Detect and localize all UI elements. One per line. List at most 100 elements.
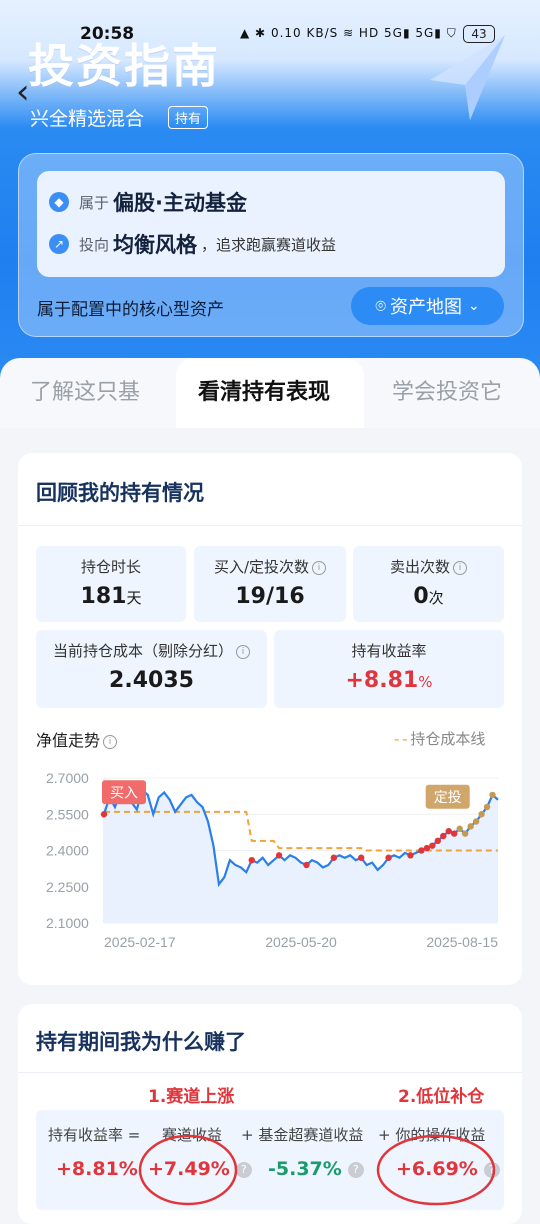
buy-point (434, 837, 442, 845)
arrow-up-icon: ↗ (49, 234, 69, 254)
hold-badge: 持有 (168, 106, 209, 129)
info-icon[interactable]: i (453, 560, 467, 575)
asset-map-button[interactable]: ⌾ 资产地图 ⌄ (351, 287, 504, 325)
earnings-breakdown: 持有收益率 = 赛道收益 + 基金超赛道收益 + 你的操作收益 +8.81% +… (36, 1110, 504, 1210)
info-icon[interactable]: i (312, 560, 327, 575)
buy-point (429, 842, 436, 849)
holding-panel: 回顾我的持有情况 持仓时长 181天 买入/定投次数 i 19/16 卖出次数 i … (18, 453, 522, 985)
buy-point (100, 811, 108, 818)
earn-value-total: +8.81% (56, 1158, 138, 1180)
signal-icon: ▲ ✱ (240, 26, 267, 40)
dca-tag: 定投 (434, 790, 462, 806)
stat-label: 持有收益率 (351, 642, 427, 660)
info-icon[interactable]: i (103, 734, 118, 749)
stat-value: +8.81% (345, 668, 433, 693)
holding-title: 回顾我的持有情况 (36, 481, 204, 505)
tab-understand[interactable]: 了解这只基 (30, 374, 140, 406)
buy-point (451, 830, 458, 837)
y-tick-label: 2.1000 (46, 915, 89, 931)
tab-bar: 了解这只基 看清持有表现 学会投资它 (0, 358, 540, 428)
buy-point (303, 861, 310, 869)
chart-legend: - - 持仓成本线 (394, 728, 485, 749)
x-tick-label: 2025-08-15 (426, 934, 498, 950)
earn-value-track: +7.49%? (148, 1158, 252, 1180)
help-icon[interactable]: ? (235, 1161, 252, 1178)
tab-performance[interactable]: 看清持有表现 (198, 374, 330, 406)
core-asset-text: 属于配置中的核心型资产 (37, 300, 224, 320)
y-tick-label: 2.5500 (46, 806, 89, 822)
stat-label: 当前持仓成本（剔除分红） i (36, 640, 267, 661)
divider (18, 525, 522, 526)
help-icon[interactable]: ? (483, 1161, 500, 1178)
buy-point (423, 844, 431, 852)
stat-value: 2.4035 (109, 668, 194, 693)
earn-value-operation: +6.69%? (396, 1158, 500, 1180)
stat-label: 卖出次数 i (353, 556, 504, 577)
buy-point (357, 854, 365, 861)
category-prefix: 属于 (79, 193, 110, 212)
stat-value: 19/16 (235, 584, 305, 609)
legend-cost-label: 持仓成本线 (410, 730, 486, 748)
y-tick-label: 2.7000 (46, 770, 89, 786)
tie-icon: ◆ (49, 192, 69, 212)
stat-value: 0次 (413, 584, 444, 609)
x-tick-label: 2025-02-17 (104, 934, 176, 950)
style-row: ↗ 投向 均衡风格 ，追求跑赢赛道收益 (49, 229, 336, 259)
dca-point (456, 825, 463, 832)
dca-point (478, 811, 485, 818)
fund-name: 兴全精选混合 (30, 108, 145, 130)
paper-plane-icon (430, 35, 505, 120)
nav-chart: 2.7000 2.5500 2.4000 2.2500 2.1000 2025-02-17… (46, 770, 499, 950)
buy-point (275, 852, 283, 859)
dca-point (461, 830, 469, 837)
stat-label: 买入/定投次数 i (194, 556, 346, 577)
x-tick-label: 2025-05-20 (265, 934, 337, 950)
earnings-panel: 持有期间我为什么赚了 1.赛道上涨 2.低位补仓 持有收益率 = 赛道收益 + … (18, 1004, 522, 1224)
stat-label: 持仓时长 (80, 558, 141, 576)
page-title: 投资指南 (28, 39, 220, 93)
style-prefix: 投向 (79, 235, 110, 254)
info-icon[interactable]: i (236, 644, 250, 659)
fund-type-card: ◆ 属于 偏股·主动基金 ↗ 投向 均衡风格 ，追求跑赢赛道收益 属于配置中的核… (18, 153, 524, 337)
buy-tag: 买入 (110, 785, 138, 801)
help-icon[interactable]: ? (347, 1161, 364, 1178)
chevron-down-icon: ⌄ (468, 298, 480, 314)
buy-point (385, 854, 392, 861)
dca-point (467, 823, 474, 830)
chevron-left-icon: ‹ (16, 72, 30, 112)
buy-point (407, 852, 414, 859)
earn-label-total: 持有收益率 = (48, 1126, 141, 1144)
earn-label-operation: + 你的操作收益 (378, 1126, 486, 1144)
stat-return: 持有收益率 +8.81% (274, 630, 504, 708)
tab-learn[interactable]: 学会投资它 (392, 374, 502, 406)
divider (18, 1072, 522, 1073)
stat-cost: 当前持仓成本（剔除分红） i 2.4035 (36, 630, 267, 708)
buy-point (445, 827, 452, 835)
y-tick-label: 2.4000 (46, 843, 89, 859)
chart-title: 净值走势 i (36, 727, 118, 751)
stat-buy-count: 买入/定投次数 i 19/16 (194, 546, 346, 622)
stat-sell-count: 卖出次数 i 0次 (353, 546, 504, 622)
buy-point (330, 854, 338, 861)
annotation-low-buy: 2.低位补仓 (398, 1087, 485, 1107)
category-value: 偏股·主动基金 (113, 191, 247, 215)
earnings-title: 持有期间我为什么赚了 (36, 1030, 246, 1054)
fund-type-inner: ◆ 属于 偏股·主动基金 ↗ 投向 均衡风格 ，追求跑赢赛道收益 (37, 171, 505, 277)
location-icon: ⌾ (375, 295, 387, 317)
dashed-line-icon: - - (394, 730, 411, 748)
buy-point (248, 856, 255, 864)
earn-value-excess: -5.37%? (268, 1158, 364, 1180)
dca-point (483, 803, 491, 811)
buy-point (418, 847, 425, 854)
style-value: 均衡风格 (113, 233, 198, 257)
buy-point (440, 832, 447, 840)
earn-label-track: 赛道收益 (162, 1126, 223, 1144)
earn-label-excess: + 基金超赛道收益 (241, 1126, 364, 1144)
style-tail: ，追求跑赢赛道收益 (201, 235, 337, 254)
dca-point (489, 791, 496, 799)
category-row: ◆ 属于 偏股·主动基金 (49, 187, 247, 217)
y-tick-label: 2.2500 (46, 879, 89, 895)
annotation-track-rise: 1.赛道上涨 (148, 1087, 235, 1107)
stat-value: 181天 (80, 584, 142, 609)
net-speed: 0.10 KB/S (270, 26, 339, 40)
